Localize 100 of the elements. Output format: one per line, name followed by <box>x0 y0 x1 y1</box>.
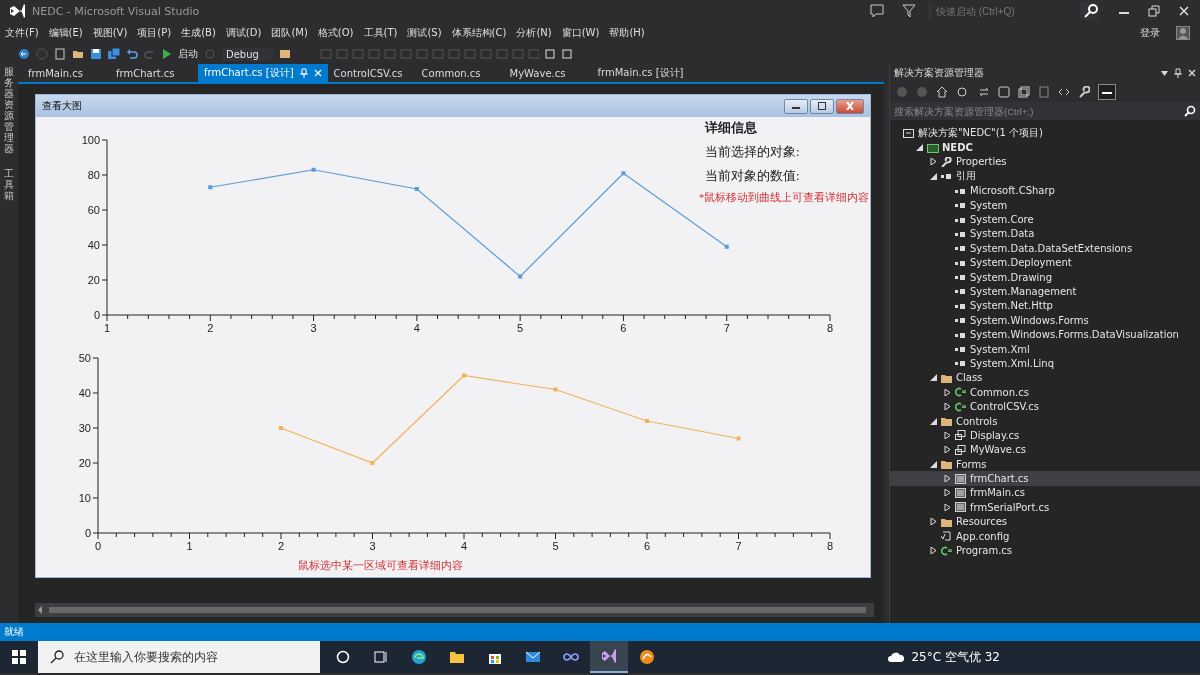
tree-item[interactable]: frmSerialPort.cs <box>890 500 1200 515</box>
undo-icon[interactable] <box>126 48 138 60</box>
tree-item[interactable]: System.Xml.Linq <box>890 356 1200 371</box>
tree-item[interactable]: NEDC <box>890 140 1200 155</box>
horizontal-scrollbar[interactable] <box>35 603 874 617</box>
close-icon[interactable] <box>1188 69 1196 77</box>
editor-tab[interactable]: frmMain.cs <box>22 64 110 82</box>
collapsed-arrow-icon[interactable] <box>929 158 937 166</box>
tree-item[interactable]: System.Net.Http <box>890 298 1200 314</box>
menu-item[interactable]: 体系结构(C) <box>446 25 512 41</box>
tree-item[interactable]: Resources <box>890 514 1200 529</box>
menu-item[interactable]: 分析(N) <box>511 25 557 41</box>
tree-item[interactable]: Display.cs <box>890 428 1200 443</box>
restore-icon[interactable] <box>1148 5 1160 17</box>
folder-icon[interactable] <box>449 649 465 665</box>
tree-item[interactable]: System.Data.DataSetExtensions <box>890 241 1200 256</box>
side-panel-tab[interactable]: 工具箱 <box>4 168 14 201</box>
tree-item[interactable]: Common.cs <box>890 385 1200 400</box>
maximize-button[interactable] <box>810 98 834 114</box>
minimize-button[interactable] <box>784 98 808 114</box>
tree-item[interactable]: frmMain.cs <box>890 485 1200 501</box>
collapsed-arrow-icon[interactable] <box>943 503 951 511</box>
expanded-arrow-icon[interactable] <box>929 460 937 468</box>
collapsed-arrow-icon[interactable] <box>929 547 937 554</box>
taskbar-search-field[interactable]: 在这里输入你要搜索的内容 <box>72 649 320 665</box>
clock-icon[interactable] <box>956 86 970 98</box>
back-icon[interactable] <box>18 48 30 60</box>
tree-item[interactable]: System.Data <box>890 226 1200 242</box>
sign-in-link[interactable]: 登录 <box>1140 26 1160 40</box>
menu-item[interactable]: 窗口(W) <box>556 25 605 41</box>
tree-item[interactable]: System.Core <box>890 212 1200 227</box>
new-project-icon[interactable] <box>54 48 66 60</box>
editor-tab[interactable]: ControlCSV.cs <box>327 64 416 82</box>
find-icon[interactable] <box>278 48 293 60</box>
files-icon[interactable] <box>1038 86 1050 98</box>
tree-item[interactable]: Forms <box>890 457 1200 472</box>
task-view-icon[interactable] <box>373 649 389 665</box>
menu-item[interactable]: 视图(V) <box>87 25 133 41</box>
search-box[interactable]: 搜索解决方案资源管理器(Ctrl+;) <box>890 102 1200 120</box>
expanded-arrow-icon[interactable] <box>915 144 923 152</box>
menu-item[interactable]: 文件(F) <box>0 25 44 41</box>
tree-item[interactable]: Microsoft.CSharp <box>890 183 1200 198</box>
dropdown-icon[interactable] <box>1161 70 1168 76</box>
collapsed-arrow-icon[interactable] <box>929 518 937 526</box>
tree-item[interactable]: System.Drawing <box>890 269 1200 285</box>
tree-item[interactable]: frmChart.cs <box>890 471 1200 486</box>
collapsed-arrow-icon[interactable] <box>943 489 951 497</box>
browser-icon[interactable] <box>411 649 427 665</box>
menu-item[interactable]: 测试(S) <box>402 25 447 41</box>
tree-item[interactable]: System.Deployment <box>890 255 1200 270</box>
save-icon[interactable] <box>90 48 102 60</box>
search-icon[interactable] <box>1084 4 1098 18</box>
tree-item[interactable]: ControlCSV.cs <box>890 399 1200 414</box>
tree-item[interactable]: System.Windows.Forms <box>890 313 1200 328</box>
collapsed-arrow-icon[interactable] <box>943 388 951 396</box>
menu-item[interactable]: 格式(O) <box>312 25 359 41</box>
mail-icon[interactable] <box>525 649 541 665</box>
collapsed-arrow-icon[interactable] <box>943 475 951 483</box>
vs-logo-icon[interactable] <box>601 648 617 664</box>
tree-item[interactable]: Program.cs <box>890 543 1200 558</box>
editor-tab[interactable]: frmChart.cs <box>110 64 198 82</box>
collapsed-arrow-icon[interactable] <box>943 431 951 439</box>
close-icon[interactable] <box>1178 5 1190 17</box>
close-button[interactable] <box>836 98 864 114</box>
menu-item[interactable]: 帮助(H) <box>604 25 650 41</box>
configuration-dropdown[interactable]: Debug <box>222 47 273 61</box>
tree-item[interactable]: System <box>890 197 1200 213</box>
start-button[interactable]: 启动 <box>178 47 198 61</box>
collapse-icon[interactable] <box>1018 86 1030 98</box>
tree-item[interactable]: MyWave.cs <box>890 442 1200 457</box>
tree-item[interactable]: 解决方案"NEDC"(1 个项目) <box>890 126 1200 141</box>
editor-tab[interactable]: MyWave.cs <box>503 64 592 82</box>
collapsed-arrow-icon[interactable] <box>943 446 951 454</box>
search-field[interactable]: 搜索解决方案资源管理器(Ctrl+;) <box>894 105 1184 117</box>
side-panel-tab[interactable]: 服务器资源管理器 <box>4 66 14 154</box>
menu-item[interactable]: 项目(P) <box>132 25 177 41</box>
tree-item[interactable]: System.Windows.Forms.DataVisualization <box>890 327 1200 342</box>
home-icon[interactable] <box>936 86 948 98</box>
menu-item[interactable]: 调试(D) <box>220 25 267 41</box>
pin-icon[interactable] <box>1174 68 1182 78</box>
feedback-icon[interactable] <box>870 4 884 18</box>
taskbar-search-box[interactable]: 在这里输入你要搜索的内容 <box>38 641 320 673</box>
tree-item[interactable]: Class <box>890 370 1200 386</box>
circle-icon[interactable] <box>335 649 351 665</box>
play-icon[interactable] <box>162 48 172 60</box>
tree-item[interactable]: Properties <box>890 154 1200 170</box>
menu-item[interactable]: 团队(M) <box>266 25 313 41</box>
preview-icon[interactable] <box>1098 84 1116 100</box>
tree-item[interactable]: System.Xml <box>890 341 1200 357</box>
save-all-icon[interactable] <box>108 48 120 60</box>
sync-icon[interactable] <box>978 86 990 98</box>
open-folder-icon[interactable] <box>72 48 84 60</box>
tree-item[interactable]: 引用 <box>890 169 1200 184</box>
filter-icon[interactable] <box>902 4 916 18</box>
app-icon[interactable] <box>639 649 655 665</box>
code-icon[interactable] <box>1058 86 1070 98</box>
tree-item[interactable]: Controls <box>890 413 1200 429</box>
menu-item[interactable]: 工具(T) <box>358 25 403 41</box>
editor-tab[interactable]: Common.cs <box>415 64 504 82</box>
menu-item[interactable]: 生成(B) <box>176 25 221 41</box>
